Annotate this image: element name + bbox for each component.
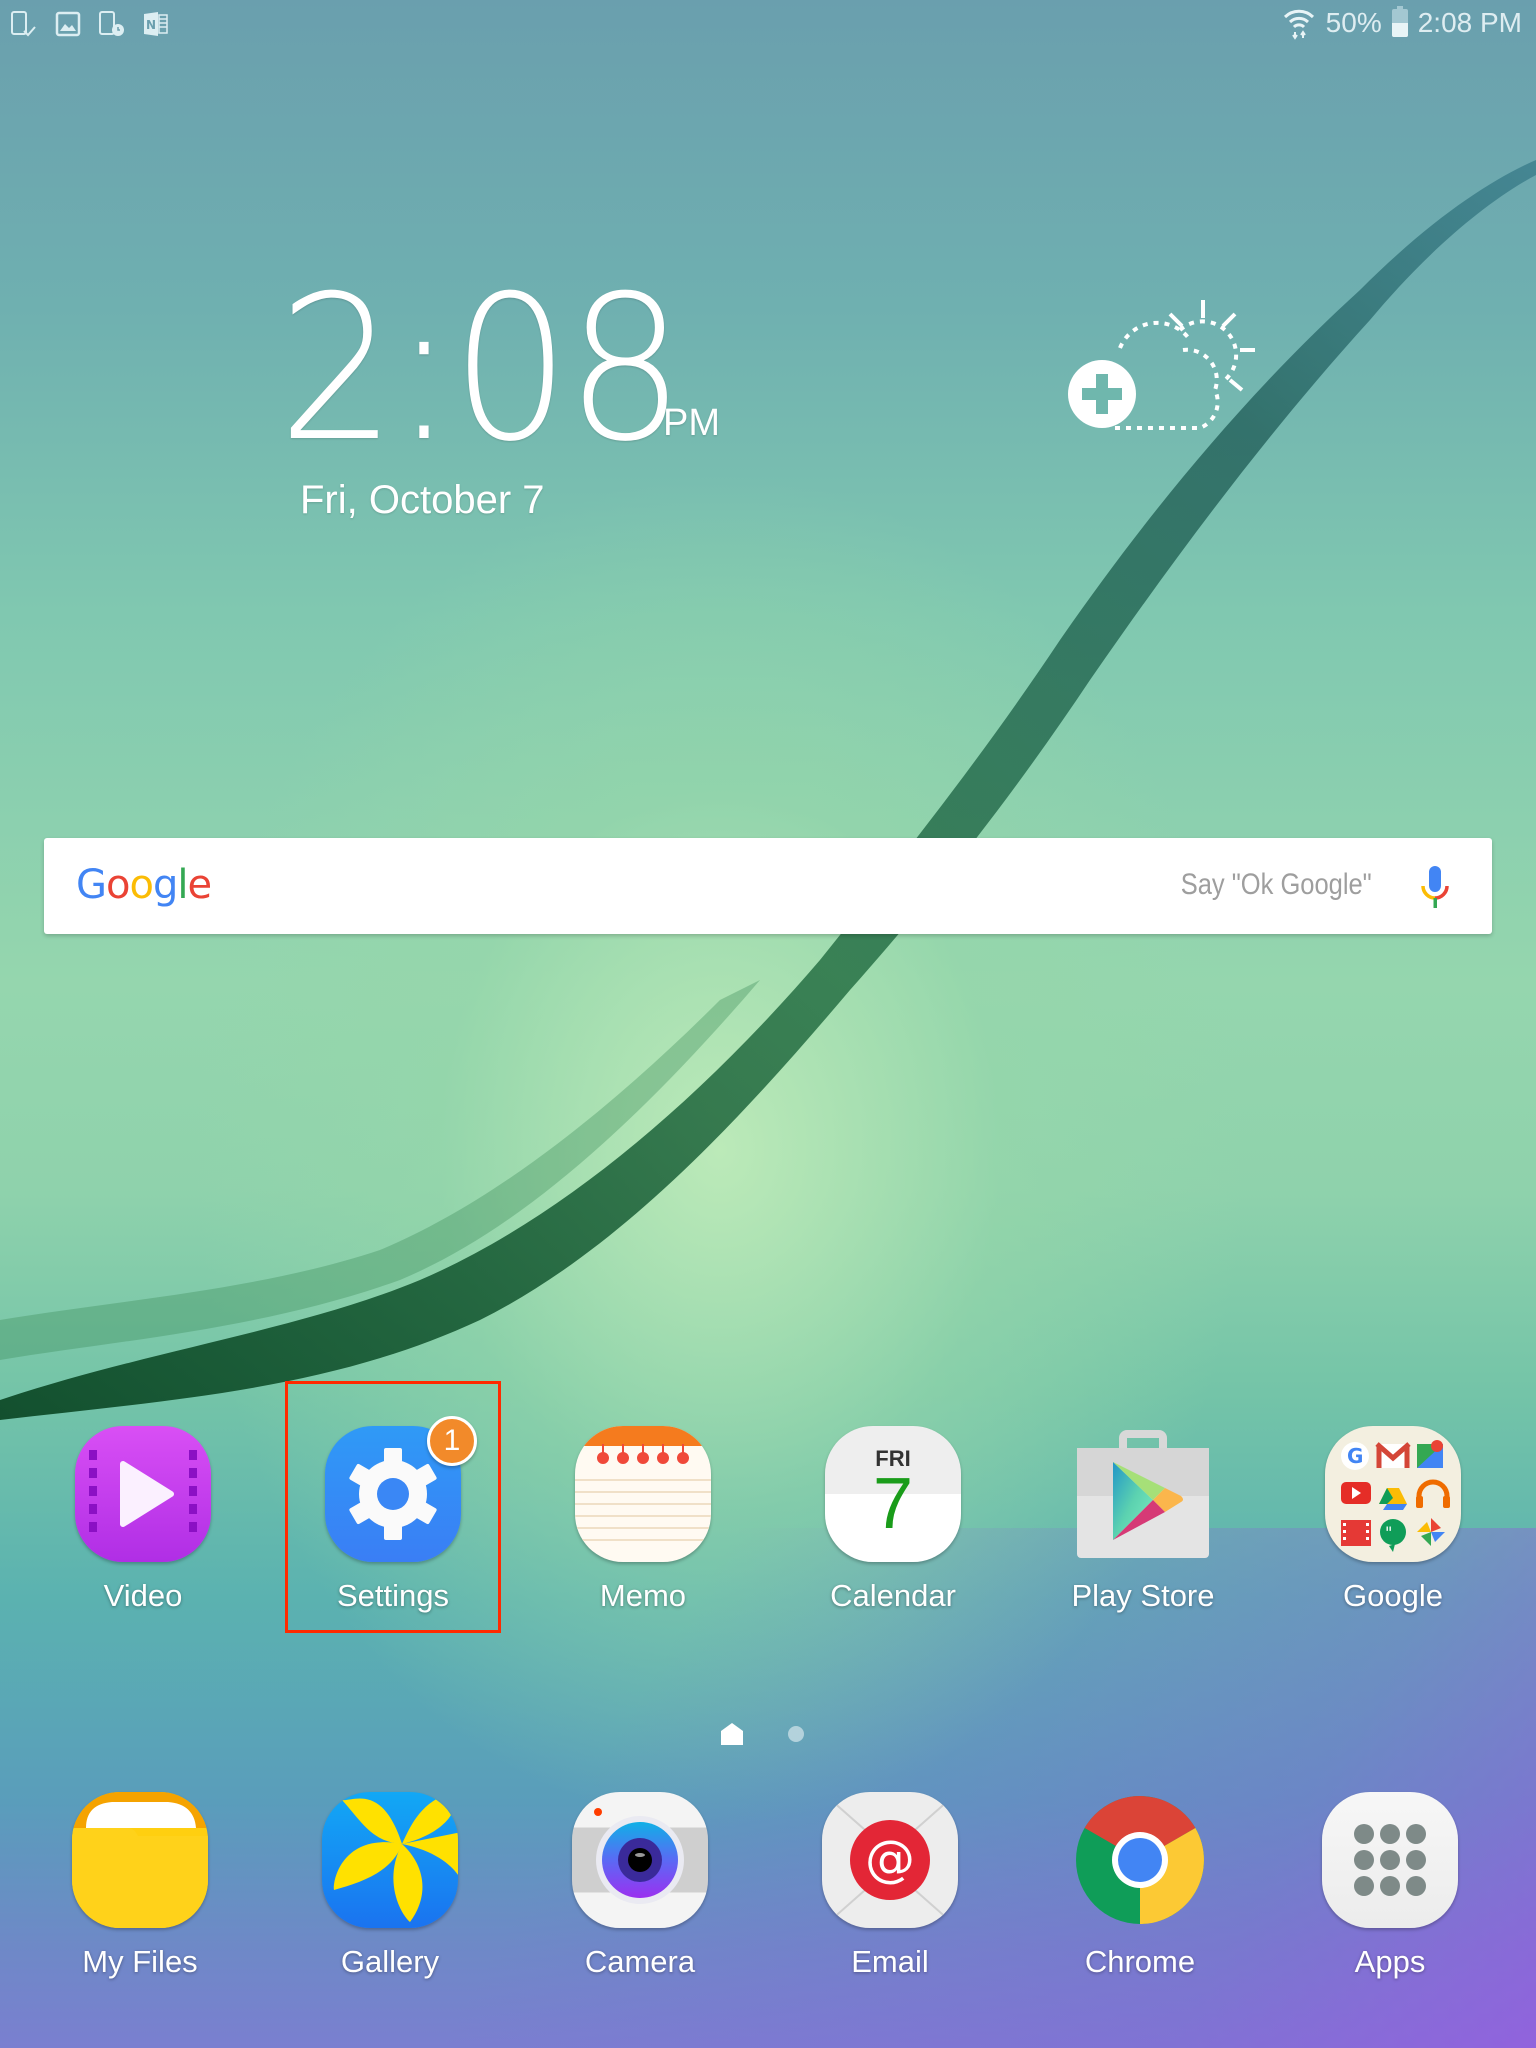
app-email[interactable]: @ Email xyxy=(790,1790,990,1980)
app-label: Camera xyxy=(584,1944,696,1979)
onenote-icon: N xyxy=(144,12,168,36)
app-memo[interactable]: Memo xyxy=(543,1424,743,1614)
battery-level xyxy=(1391,23,1408,37)
svg-text:": " xyxy=(1385,1523,1392,1542)
home-page-indicator-icon[interactable] xyxy=(720,1722,744,1746)
wifi-icon xyxy=(1283,9,1314,40)
video-icon xyxy=(73,1424,213,1564)
search-hint: Say "Ok Google" xyxy=(1180,868,1372,901)
logo-letter: e xyxy=(187,862,212,908)
battery-percent: 50% xyxy=(1325,7,1382,38)
status-time: 2:08 PM xyxy=(1417,7,1522,38)
logo-letter: g xyxy=(152,862,178,908)
logo-letter: o xyxy=(106,862,131,908)
weather-widget[interactable] xyxy=(1040,290,1280,440)
google-logo: Google xyxy=(76,862,212,908)
calendar-icon: FRI 7 xyxy=(823,1424,963,1564)
device-clock-icon xyxy=(99,11,124,36)
memo-icon xyxy=(573,1424,713,1564)
gallery-flower-icon xyxy=(320,1790,460,1930)
logo-letter: o xyxy=(129,862,154,908)
clock-ampm: PM xyxy=(663,402,720,444)
gallery-image-icon xyxy=(55,11,81,37)
app-gallery[interactable]: Gallery xyxy=(290,1790,490,1980)
notification-badge: 1 xyxy=(427,1416,477,1466)
status-bar: N 50% 2:08 PM xyxy=(0,0,1536,50)
app-google-folder[interactable]: G " Google xyxy=(1293,1424,1493,1614)
google-search-bar[interactable]: Google Say "Ok Google" xyxy=(44,838,1492,934)
camera-icon xyxy=(570,1790,710,1930)
app-label: Video xyxy=(103,1578,183,1613)
clock-date: Fri, October 7 xyxy=(300,478,545,522)
clock-time: 2:08 xyxy=(278,253,685,486)
app-my-files[interactable]: My Files xyxy=(40,1790,240,1980)
settings-gear-icon: 1 xyxy=(323,1416,477,1564)
app-label: Email xyxy=(851,1944,929,1979)
svg-text:@: @ xyxy=(865,1830,915,1888)
clock-widget[interactable]: 2:08 PM Fri, October 7 xyxy=(278,253,720,523)
app-drawer[interactable]: Apps xyxy=(1290,1790,1490,1980)
svg-text:N: N xyxy=(146,18,156,32)
app-label: Apps xyxy=(1354,1944,1426,1979)
app-label: Google xyxy=(1343,1578,1443,1613)
calendar-date: 7 xyxy=(872,1464,914,1544)
app-label: Memo xyxy=(599,1578,687,1613)
device-check-icon xyxy=(11,11,36,37)
app-play-store[interactable]: Play Store xyxy=(1043,1424,1243,1614)
google-folder-icon: G " xyxy=(1323,1424,1463,1564)
svg-text:G: G xyxy=(1347,1444,1363,1468)
logo-letter: l xyxy=(177,862,188,908)
page-indicator xyxy=(720,1722,804,1746)
add-weather-icon xyxy=(1068,300,1255,430)
app-label: Settings xyxy=(336,1578,449,1613)
email-at-icon: @ xyxy=(820,1790,960,1930)
folder-icon xyxy=(70,1790,210,1930)
app-drawer-icon xyxy=(1320,1790,1460,1930)
chrome-icon xyxy=(1070,1790,1210,1930)
app-label: Gallery xyxy=(340,1944,440,1979)
app-label: Play Store xyxy=(1071,1578,1215,1613)
play-store-icon xyxy=(1073,1424,1213,1564)
battery-icon xyxy=(1391,6,1408,37)
app-label: Calendar xyxy=(830,1578,956,1613)
logo-letter: G xyxy=(76,862,107,908)
notification-icons: N xyxy=(10,10,170,38)
app-label: My Files xyxy=(82,1944,198,1979)
microphone-icon[interactable] xyxy=(1418,864,1452,910)
app-label: Chrome xyxy=(1084,1944,1196,1979)
app-settings[interactable]: 1 Settings xyxy=(293,1416,493,1614)
app-video[interactable]: Video xyxy=(43,1424,243,1614)
app-chrome[interactable]: Chrome xyxy=(1040,1790,1240,1980)
page-dot[interactable] xyxy=(788,1726,804,1742)
app-camera[interactable]: Camera xyxy=(540,1790,740,1980)
app-calendar[interactable]: FRI 7 Calendar xyxy=(793,1424,993,1614)
